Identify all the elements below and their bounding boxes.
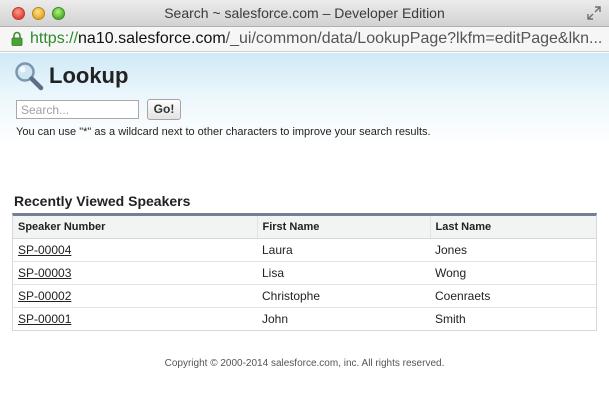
page-title: Lookup <box>49 63 129 88</box>
url-path: /_ui/common/data/LookupPage?lkfm=editPag… <box>225 30 603 47</box>
column-header-last-name[interactable]: Last Name <box>430 216 596 239</box>
url-host: na10.salesforce.com <box>78 30 226 47</box>
speaker-number-link[interactable]: SP-00002 <box>18 289 71 303</box>
last-name-cell: Coenraets <box>430 284 596 308</box>
first-name-cell: Christophe <box>257 284 430 308</box>
search-hint: You can use "*" as a wildcard next to ot… <box>16 126 431 138</box>
window-titlebar: Search ~ salesforce.com – Developer Edit… <box>0 0 609 27</box>
column-header-first-name[interactable]: First Name <box>257 216 431 239</box>
lock-icon <box>11 31 23 46</box>
table-row: SP-00002 Christophe Coenraets <box>13 284 596 308</box>
search-input[interactable] <box>16 100 139 119</box>
first-name-cell: John <box>262 311 289 326</box>
last-name-cell: Wong <box>430 261 596 285</box>
url-scheme: https:// <box>30 30 79 47</box>
lookup-page: Lookup Go! You can use "*" as a wildcard… <box>0 53 609 418</box>
results-title: Recently Viewed Speakers <box>14 193 191 209</box>
last-name-cell: Jones <box>430 238 596 262</box>
speaker-number-link[interactable]: SP-00003 <box>18 266 71 280</box>
first-name-cell: Laura <box>257 238 430 262</box>
table-row: SP-00004 Laura Jones <box>13 238 596 262</box>
fullscreen-icon[interactable] <box>587 6 601 20</box>
address-bar[interactable]: https://na10.salesforce.com/_ui/common/d… <box>0 27 609 52</box>
url-text[interactable]: https://na10.salesforce.com/_ui/common/d… <box>30 30 602 48</box>
table-row: SP-00003 Lisa Wong <box>13 261 596 285</box>
column-header-speaker-number[interactable]: Speaker Number <box>13 216 258 239</box>
magnifier-icon <box>15 62 44 91</box>
speaker-number-link[interactable]: SP-00004 <box>18 243 71 257</box>
results-table: Speaker Number First Name Last Name SP-0… <box>12 213 597 331</box>
go-button[interactable]: Go! <box>147 99 181 120</box>
last-name-cell: Smith <box>435 311 466 326</box>
first-name-cell: Lisa <box>257 261 430 285</box>
window-title: Search ~ salesforce.com – Developer Edit… <box>164 5 445 21</box>
copyright-footer: Copyright © 2000-2014 salesforce.com, in… <box>164 358 445 369</box>
table-row: SP-00001 John Smith <box>13 307 596 330</box>
table-header-row: Speaker Number First Name Last Name <box>13 216 596 239</box>
speaker-number-link[interactable]: SP-00001 <box>18 312 71 326</box>
